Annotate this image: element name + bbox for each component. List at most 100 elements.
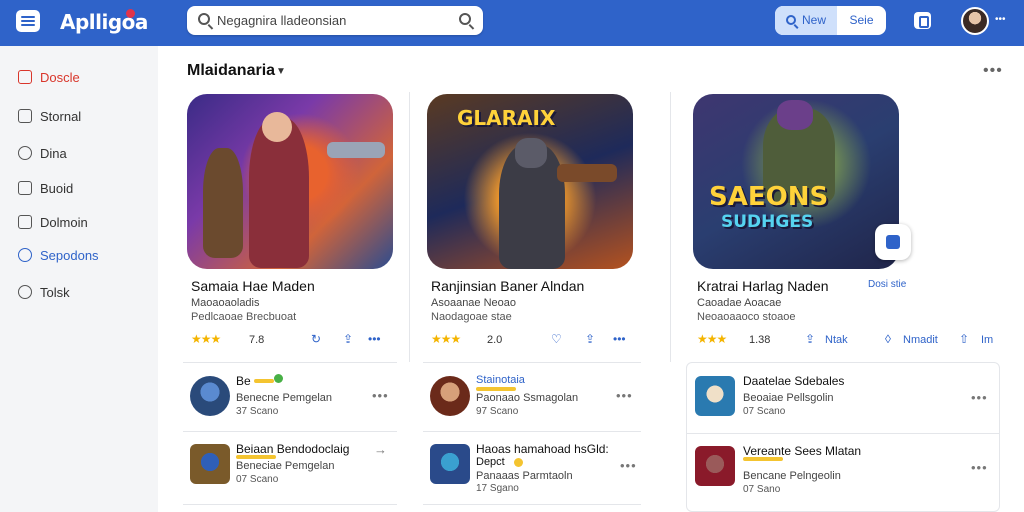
section-divider — [423, 362, 641, 363]
compass-icon — [18, 248, 32, 262]
share-icon[interactable]: ⇪ — [805, 332, 815, 346]
list-item-meta: 07 Sano — [743, 484, 781, 495]
more-icon[interactable]: ••• — [368, 332, 381, 346]
page-title: Mlaidanaria — [187, 62, 276, 79]
game-category: Naodagoae stae — [431, 311, 512, 323]
sidebar-item-library[interactable]: Dolmoin — [0, 209, 158, 235]
drop-icon[interactable]: ◊ — [885, 332, 891, 346]
featured-card[interactable]: Samaia Hae Maden Maoaoaoladis Pedlcaoae … — [187, 92, 407, 362]
game-developer: Asoaanae Neoao — [431, 297, 517, 309]
sidebar-item-store[interactable]: Stornal — [0, 103, 158, 129]
section-divider — [183, 504, 397, 505]
home-icon — [18, 70, 32, 84]
app-thumbnail — [430, 376, 470, 416]
new-label: New — [802, 13, 827, 27]
rating-bar — [476, 387, 516, 391]
dots-icon[interactable]: ••• — [995, 14, 1006, 25]
more-icon[interactable]: ••• — [613, 332, 626, 346]
search-input[interactable] — [217, 10, 447, 31]
section-divider — [183, 362, 397, 363]
game-title[interactable]: Ranjinsian Baner Alndan — [431, 278, 584, 294]
game-artwork[interactable]: SAEONS SUDHGES — [693, 94, 899, 269]
list-item[interactable]: Be Benecne Pemgelan 37 Scano ••• — [184, 366, 398, 426]
arrow-right-icon[interactable]: → — [374, 442, 388, 457]
action-label[interactable]: Im — [981, 334, 993, 346]
list-item[interactable]: Stainotaia Paonaao Ssmagolan 97 Scano ••… — [424, 366, 642, 426]
game-developer: Maoaoaoladis — [191, 297, 260, 309]
list-item-meta: 07 Scano — [743, 406, 786, 417]
notification-badge — [126, 9, 135, 18]
app-thumbnail — [695, 376, 735, 416]
more-icon[interactable]: ••• — [971, 390, 988, 405]
help-icon — [18, 285, 32, 299]
game-developer: Caoadae Aoacae — [697, 297, 782, 309]
more-icon[interactable]: ••• — [616, 388, 633, 403]
play-button[interactable] — [875, 224, 911, 260]
sidebar-item-label: Buoid — [40, 181, 74, 196]
rating-bar — [743, 457, 783, 461]
game-artwork[interactable]: GLARAIX — [427, 94, 633, 269]
hamburger-menu-icon[interactable] — [16, 10, 40, 32]
refresh-icon[interactable]: ↻ — [311, 332, 321, 346]
list-item[interactable]: Haoas hamahoad hsGld: Depct Panaaas Parm… — [424, 434, 642, 494]
share-icon[interactable]: ⇪ — [343, 332, 353, 346]
sidebar-item-chat[interactable]: Dina — [0, 140, 158, 166]
featured-card[interactable]: GLARAIX Ranjinsian Baner Alndan Asoaanae… — [427, 92, 647, 362]
top-bar: Aplligoa New Seie ••• — [0, 0, 1024, 46]
weapon-shape — [557, 164, 617, 182]
library-icon — [18, 215, 32, 229]
more-icon[interactable]: ••• — [620, 458, 637, 473]
game-title[interactable]: Samaia Hae Maden — [191, 278, 315, 294]
ally-figure — [203, 148, 243, 258]
more-icon[interactable]: ••• — [372, 388, 389, 403]
hero-head — [262, 112, 292, 142]
sidebar-item-help[interactable]: Tolsk — [0, 279, 158, 305]
list-item-badge: Depct — [476, 456, 505, 468]
rating-value: 2.0 — [487, 334, 503, 346]
rating-bar — [236, 455, 276, 459]
sidebar: Doscle Stornal Dina Buoid Dolmoin Sepodo… — [0, 46, 158, 512]
featured-card[interactable]: SAEONS SUDHGES Kratrai Harlag Naden Caoa… — [693, 92, 1003, 362]
section-divider — [687, 433, 999, 434]
chevron-down-icon[interactable]: ▼ — [276, 66, 286, 77]
game-artwork[interactable] — [187, 94, 393, 269]
play-label[interactable]: Dosi stie — [868, 279, 906, 290]
sidebar-item-device[interactable]: Buoid — [0, 175, 158, 201]
list-item-meta: 97 Scano — [476, 406, 519, 417]
list-item[interactable]: Vereante Sees Mlatan Bencane Pelngeolin … — [689, 436, 997, 496]
list-item-subtitle: Panaaas Parmtaoln — [476, 470, 573, 482]
shopping-bag-icon[interactable] — [914, 12, 931, 29]
list-item-subtitle: Benecne Pemgelan — [236, 392, 333, 404]
share-icon[interactable]: ⇪ — [585, 332, 595, 346]
more-icon[interactable]: ••• — [971, 460, 988, 475]
action-label[interactable]: Ntak — [825, 334, 848, 346]
game-category: Pedlcaoae Brecbuoat — [191, 311, 297, 323]
like-icon[interactable]: ♡ — [551, 332, 562, 346]
list-item-title: Haoas hamahoad hsGld: — [476, 442, 609, 456]
sidebar-item-label: Doscle — [40, 70, 80, 85]
list-item-subtitle: Paonaao Ssmagolan — [476, 392, 579, 404]
upload-icon[interactable]: ⇧ — [959, 332, 969, 346]
list-item[interactable]: Daatelae Sdebales Beoaiae Pellsgolin 07 … — [689, 366, 997, 426]
store-icon — [18, 109, 32, 123]
list-item-title: Be — [236, 374, 251, 388]
sidebar-item-explore[interactable]: Sepodons — [0, 242, 158, 268]
action-label[interactable]: Nmadit — [903, 334, 938, 346]
search-bar[interactable] — [187, 6, 483, 35]
chat-icon — [18, 146, 32, 160]
new-button[interactable]: New — [775, 6, 837, 35]
search-submit-icon[interactable] — [459, 13, 471, 25]
game-title[interactable]: Kratrai Harlag Naden — [697, 278, 829, 294]
app-thumbnail — [190, 444, 230, 484]
user-avatar[interactable] — [961, 7, 989, 35]
list-item-title: Beiaan Bendodoclaig — [236, 442, 350, 456]
more-options-icon[interactable]: ••• — [983, 62, 1003, 80]
list-item-meta: 17 Sgano — [476, 483, 519, 494]
list-item-subtitle: Bencane Pelngeolin — [743, 470, 841, 482]
section-divider — [423, 431, 641, 432]
column-divider — [409, 92, 410, 362]
star-rating: ★★★ — [191, 332, 221, 346]
list-item[interactable]: Beiaan Bendodoclaig Beneciae Pemgelan 07… — [184, 434, 398, 494]
sidebar-item-home[interactable]: Doscle — [0, 64, 158, 90]
sort-button[interactable]: Seie — [837, 6, 886, 35]
